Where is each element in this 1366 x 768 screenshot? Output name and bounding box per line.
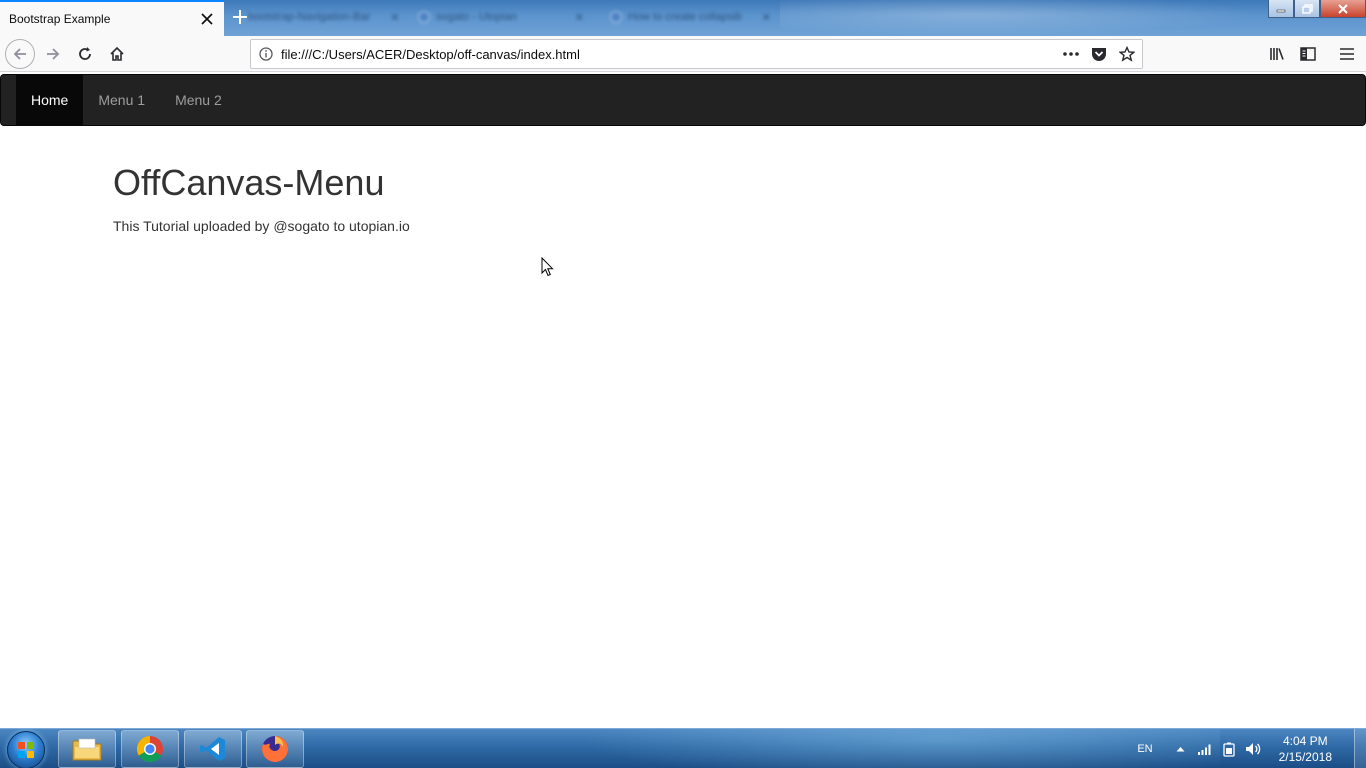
page-viewport: Home Menu 1 Menu 2 OffCanvas-Menu This T… <box>0 73 1366 728</box>
taskbar-app-chrome[interactable] <box>121 730 179 768</box>
navigation-toolbar: file:///C:/Users/ACER/Desktop/off-canvas… <box>0 36 1366 72</box>
nav-item-menu-1[interactable]: Menu 1 <box>83 75 160 125</box>
battery-power-icon[interactable] <box>1221 741 1237 757</box>
restore-button[interactable] <box>1294 0 1320 18</box>
forward-button[interactable] <box>38 39 68 69</box>
url-text[interactable]: file:///C:/Users/ACER/Desktop/off-canvas… <box>281 47 1060 62</box>
favicon-icon <box>418 11 430 23</box>
tray-expand-arrow-icon[interactable] <box>1173 741 1189 757</box>
page-title: OffCanvas-Menu <box>113 162 385 203</box>
network-signal-icon[interactable] <box>1197 741 1213 757</box>
more-actions-icon[interactable] <box>1060 43 1082 65</box>
firefox-icon <box>262 736 288 762</box>
reload-icon <box>79 47 91 60</box>
pocket-icon[interactable] <box>1088 43 1110 65</box>
top-navbar: Home Menu 1 Menu 2 <box>0 74 1366 126</box>
close-tab-icon[interactable] <box>194 6 220 32</box>
background-tab[interactable]: bootstrap-Navigation-Bar ✕ <box>238 4 410 30</box>
hamburger-menu-icon <box>1340 48 1354 60</box>
page-subtitle: This Tutorial uploaded by @sogato to uto… <box>113 217 410 234</box>
bookmark-star-icon[interactable] <box>1116 43 1138 65</box>
favicon-icon <box>610 11 622 23</box>
home-button[interactable] <box>102 39 132 69</box>
taskbar: EN 4:04 PM 2/15/2018 <box>0 728 1366 768</box>
windows-logo-icon <box>18 742 34 758</box>
volume-speaker-icon[interactable] <box>1245 741 1261 757</box>
system-tray: EN 4:04 PM 2/15/2018 <box>1137 729 1366 768</box>
back-arrow-icon <box>13 48 26 60</box>
close-tab-icon[interactable]: ✕ <box>762 11 771 24</box>
page-actions <box>1060 43 1142 65</box>
info-icon[interactable] <box>251 47 281 61</box>
close-tab-icon[interactable]: ✕ <box>575 11 584 24</box>
tab-strip: Bootstrap Example bootstrap-Navigation-B… <box>0 0 1366 36</box>
tab-title: Bootstrap Example <box>9 12 111 26</box>
reload-button[interactable] <box>70 39 100 69</box>
start-button[interactable] <box>7 731 45 768</box>
taskbar-app-firefox[interactable] <box>246 730 304 768</box>
show-desktop-button[interactable] <box>1354 729 1366 768</box>
minimize-button[interactable] <box>1268 0 1294 18</box>
menu-button[interactable] <box>1332 39 1362 69</box>
tab-active[interactable]: Bootstrap Example <box>0 0 224 36</box>
mouse-cursor-icon <box>541 257 554 277</box>
address-bar[interactable]: file:///C:/Users/ACER/Desktop/off-canvas… <box>250 39 1143 69</box>
vscode-icon <box>200 737 225 761</box>
clock-time: 4:04 PM <box>1282 734 1328 748</box>
taskbar-app-vscode[interactable] <box>184 730 242 768</box>
close-window-button[interactable] <box>1320 0 1366 18</box>
taskbar-app-explorer[interactable] <box>58 730 116 768</box>
back-button[interactable] <box>5 39 35 69</box>
nav-item-home[interactable]: Home <box>16 75 84 125</box>
sidebar-button[interactable] <box>1293 39 1323 69</box>
background-tab[interactable]: How to create collapsib ✕ <box>600 4 781 30</box>
forward-arrow-icon <box>47 48 60 60</box>
clock-date: 2/15/2018 <box>1278 750 1332 764</box>
folder-icon <box>72 738 102 761</box>
close-tab-icon[interactable]: ✕ <box>390 11 399 24</box>
sidebar-icon <box>1300 47 1316 61</box>
background-tab[interactable]: sogato - Utopian ✕ <box>408 4 594 30</box>
chrome-icon <box>136 735 163 763</box>
language-indicator[interactable]: EN <box>1137 743 1152 755</box>
home-icon <box>110 46 124 61</box>
taskbar-clock[interactable]: 4:04 PM 2/15/2018 <box>1279 733 1332 765</box>
library-icon <box>1270 48 1284 60</box>
library-button[interactable] <box>1262 39 1292 69</box>
window-controls <box>1268 0 1366 20</box>
nav-item-menu-2[interactable]: Menu 2 <box>160 75 237 125</box>
main-container: OffCanvas-Menu This Tutorial uploaded by… <box>98 127 1268 236</box>
